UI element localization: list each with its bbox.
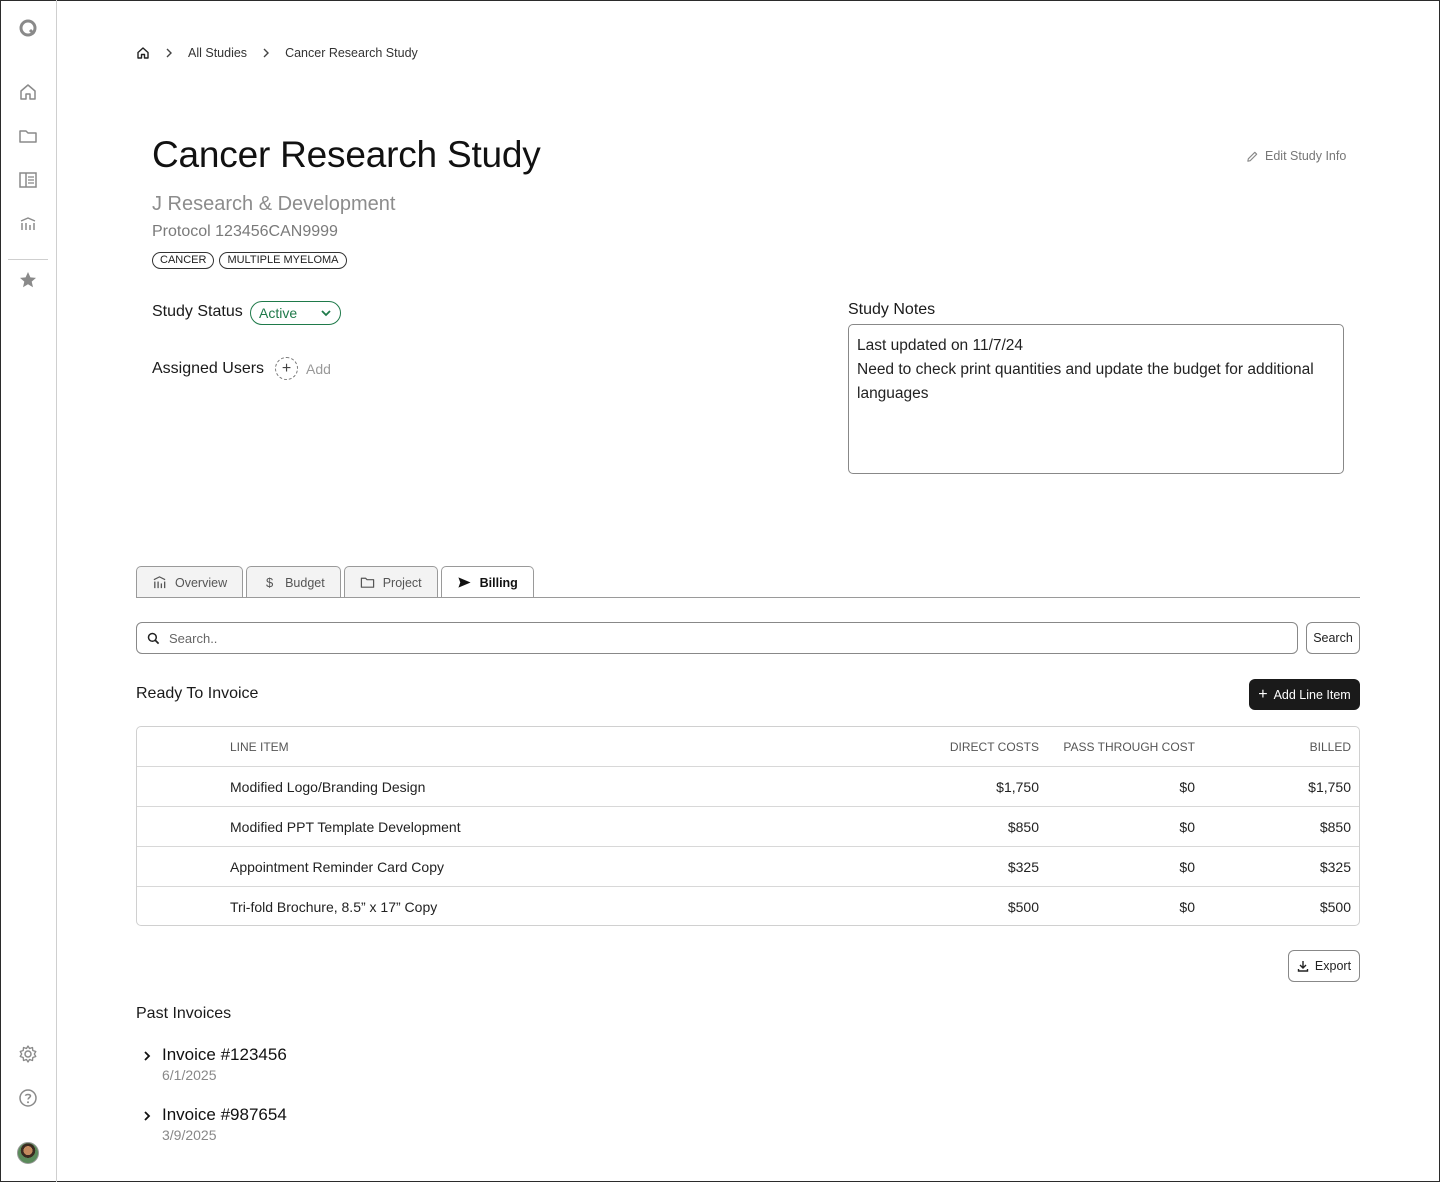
direct-cost: $500	[1007, 899, 1039, 915]
pencil-icon	[1247, 151, 1258, 162]
breadcrumb-all-studies[interactable]: All Studies	[188, 46, 247, 60]
search-button[interactable]: Search	[1306, 622, 1360, 654]
tab-bar: Overview $ Budget Project Billing	[136, 566, 534, 598]
breadcrumb: All Studies Cancer Research Study	[136, 44, 418, 62]
home-breadcrumb-icon[interactable]	[136, 46, 150, 60]
plus-icon: +	[275, 357, 298, 380]
plus-icon: +	[1258, 685, 1268, 703]
send-icon	[458, 577, 471, 588]
add-user-button[interactable]: + Add	[275, 357, 331, 380]
table-row[interactable]: Modified Logo/Branding Design $1,750 $0 …	[137, 767, 1359, 807]
table-list-icon[interactable]	[16, 168, 40, 192]
study-status-label: Study Status	[152, 303, 243, 320]
column-header-direct-costs[interactable]: DIRECT COSTS	[950, 727, 1039, 767]
search-icon	[147, 632, 160, 644]
search-input[interactable]	[169, 630, 1297, 646]
line-item-name: Modified PPT Template Development	[230, 819, 461, 835]
page-title: Cancer Research Study	[152, 134, 541, 175]
table-row[interactable]: Modified PPT Template Development $850 $…	[137, 807, 1359, 847]
chevron-right-icon	[261, 48, 271, 58]
chevron-right-icon[interactable]	[142, 1045, 154, 1083]
study-status-select[interactable]: Active	[250, 301, 341, 325]
notes-line: Need to check print quantities and updat…	[857, 361, 1314, 402]
study-status-value: Active	[259, 305, 298, 321]
table-row[interactable]: Appointment Reminder Card Copy $325 $0 $…	[137, 847, 1359, 887]
export-label: Export	[1314, 959, 1352, 973]
tab-budget[interactable]: $ Budget	[246, 566, 341, 598]
add-line-item-label: Add Line Item	[1273, 687, 1351, 702]
tab-billing[interactable]: Billing	[440, 566, 534, 598]
edit-study-info-label: Edit Study Info	[1265, 149, 1347, 163]
pass-through-cost: $0	[1179, 899, 1195, 915]
settings-icon[interactable]	[16, 1042, 40, 1066]
chevron-right-icon	[164, 48, 174, 58]
direct-cost: $1,750	[996, 779, 1039, 795]
invoice-number: Invoice #123456	[162, 1045, 287, 1064]
chart-icon	[153, 576, 166, 589]
tab-budget-label: Budget	[285, 575, 325, 590]
table-header: LINE ITEM DIRECT COSTS PASS THROUGH COST…	[137, 727, 1359, 767]
assigned-users-label: Assigned Users	[152, 360, 265, 377]
pass-through-cost: $0	[1179, 819, 1195, 835]
search-field[interactable]	[136, 622, 1298, 654]
add-line-item-button[interactable]: + Add Line Item	[1249, 679, 1360, 710]
study-protocol: Protocol 123456CAN9999	[152, 223, 338, 240]
sidebar	[0, 0, 57, 1182]
line-item-name: Tri-fold Brochure, 8.5” x 17” Copy	[230, 899, 438, 915]
chevron-right-icon[interactable]	[142, 1105, 154, 1143]
past-invoice-item[interactable]: Invoice #123456 6/1/2025	[142, 1045, 287, 1083]
dollar-icon: $	[265, 575, 274, 590]
invoice-number: Invoice #987654	[162, 1105, 287, 1124]
folder-icon[interactable]	[16, 124, 40, 148]
star-icon[interactable]	[16, 268, 40, 292]
billed-amount: $325	[1319, 859, 1351, 875]
folder-icon	[360, 577, 374, 588]
study-notes-label: Study Notes	[848, 301, 936, 318]
tag-multiple-myeloma: MULTIPLE MYELOMA	[219, 252, 347, 269]
past-invoices-title: Past Invoices	[136, 1005, 232, 1022]
column-header-billed[interactable]: BILLED	[1310, 727, 1351, 767]
tag-cancer: CANCER	[152, 252, 215, 269]
column-header-pass-through-cost[interactable]: PASS THROUGH COST	[1063, 727, 1195, 767]
direct-cost: $325	[1007, 859, 1039, 875]
study-notes-field[interactable]: Last updated on 11/7/24 Need to check pr…	[848, 324, 1344, 474]
direct-cost: $850	[1007, 819, 1039, 835]
download-icon	[1297, 961, 1309, 972]
past-invoice-item[interactable]: Invoice #987654 3/9/2025	[142, 1105, 287, 1143]
sidebar-divider	[8, 259, 48, 260]
tab-billing-label: Billing	[479, 575, 518, 590]
add-user-label: Add	[306, 360, 331, 377]
ready-to-invoice-title: Ready To Invoice	[136, 685, 259, 702]
column-header-line-item[interactable]: LINE ITEM	[230, 727, 289, 767]
tab-project[interactable]: Project	[343, 566, 438, 598]
line-item-name: Modified Logo/Branding Design	[230, 779, 426, 795]
user-avatar[interactable]	[17, 1142, 39, 1164]
invoice-date: 6/1/2025	[162, 1067, 217, 1083]
invoice-table: LINE ITEM DIRECT COSTS PASS THROUGH COST…	[136, 726, 1360, 926]
edit-study-info-button[interactable]: Edit Study Info	[1246, 149, 1346, 163]
invoice-date: 3/9/2025	[162, 1127, 217, 1143]
billed-amount: $500	[1319, 899, 1351, 915]
export-button[interactable]: Export	[1288, 950, 1360, 982]
tab-overview-label: Overview	[175, 575, 228, 590]
study-sponsor: J Research & Development	[152, 193, 396, 215]
breadcrumb-current[interactable]: Cancer Research Study	[285, 46, 418, 60]
line-item-name: Appointment Reminder Card Copy	[230, 859, 444, 875]
notes-line: Last updated on 11/7/24	[857, 337, 1024, 354]
chevron-down-icon	[321, 310, 331, 317]
study-tags: CANCER MULTIPLE MYELOMA	[152, 252, 347, 269]
tab-project-label: Project	[382, 575, 422, 590]
billed-amount: $850	[1319, 819, 1351, 835]
tab-divider	[136, 597, 1360, 598]
app-logo-icon[interactable]	[16, 16, 40, 40]
analytics-icon[interactable]	[16, 212, 40, 236]
table-row[interactable]: Tri-fold Brochure, 8.5” x 17” Copy $500 …	[137, 887, 1359, 927]
tab-overview[interactable]: Overview	[136, 566, 244, 598]
billed-amount: $1,750	[1308, 779, 1351, 795]
pass-through-cost: $0	[1179, 859, 1195, 875]
help-icon[interactable]	[16, 1086, 40, 1110]
home-icon[interactable]	[16, 80, 40, 104]
pass-through-cost: $0	[1179, 779, 1195, 795]
